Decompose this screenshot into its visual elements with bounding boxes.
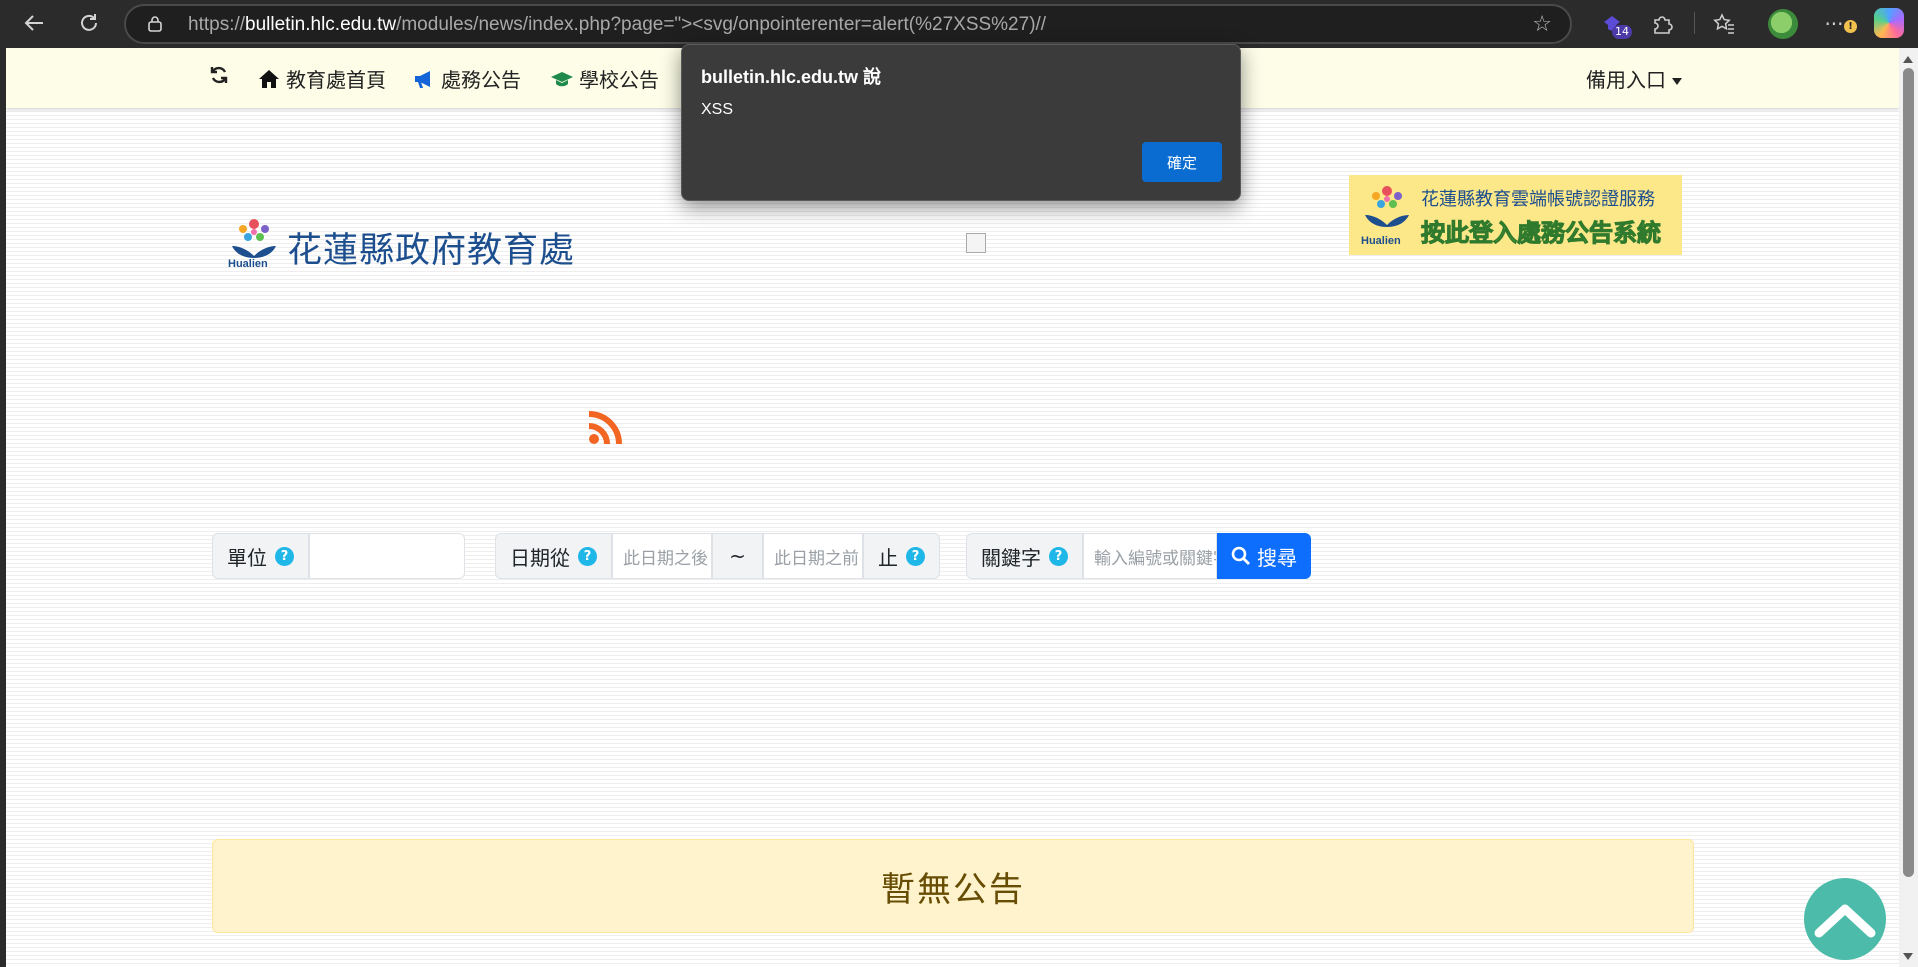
chevron-up-icon — [1814, 904, 1876, 938]
date-to-label: 止? — [863, 533, 940, 579]
extension-badge: 14 — [1612, 25, 1632, 39]
unit-label: 單位? — [212, 533, 309, 579]
help-icon[interactable]: ? — [906, 546, 925, 566]
nav-item-label: 學校公告 — [579, 68, 659, 92]
nav-item-school-notices[interactable]: 學校公告 — [551, 64, 659, 93]
search-button[interactable]: 搜尋 — [1217, 533, 1311, 579]
backup-entry-dropdown[interactable]: 備用入口 — [1586, 64, 1682, 93]
no-announcements-alert: 暫無公告 — [212, 839, 1694, 933]
search-icon — [1231, 546, 1250, 565]
backup-entry-label: 備用入口 — [1586, 68, 1666, 92]
address-bar[interactable]: https://bulletin.hlc.edu.tw/modules/news… — [124, 4, 1572, 44]
nav-item-office-notices[interactable]: 處務公告 — [413, 64, 521, 93]
banner-line-1: 花蓮縣教育雲端帳號認證服務 — [1421, 189, 1655, 210]
page-scrollbar[interactable] — [1899, 48, 1918, 967]
help-icon[interactable]: ? — [578, 546, 597, 566]
banner-logo-subtitle: Hualien — [1361, 235, 1401, 247]
scroll-up-arrow-icon[interactable] — [1903, 56, 1913, 63]
keyword-label-text: 關鍵字 — [981, 545, 1041, 570]
graduation-cap-icon — [551, 71, 573, 86]
browser-toolbar: https://bulletin.hlc.edu.tw/modules/news… — [0, 0, 1918, 46]
rss-icon[interactable] — [587, 410, 623, 446]
dialog-message: XSS — [701, 101, 734, 118]
date-to-input[interactable]: 此日期之前 — [763, 533, 863, 579]
reload-icon[interactable] — [73, 7, 105, 39]
flower-logo-icon — [232, 219, 276, 258]
back-to-top-button[interactable] — [1804, 878, 1886, 960]
copilot-icon[interactable] — [1874, 8, 1904, 38]
refresh-button[interactable] — [208, 64, 230, 86]
cloud-login-banner[interactable]: Hualien 花蓮縣教育雲端帳號認證服務 按此登入處務公告系統 — [1349, 175, 1682, 255]
refresh-icon — [210, 66, 228, 84]
logo-title: 花蓮縣政府教育處 — [287, 231, 576, 271]
back-arrow-icon[interactable] — [18, 7, 50, 39]
help-icon[interactable]: ? — [1049, 546, 1068, 566]
dialog-title: bulletin.hlc.edu.tw 說 — [701, 67, 881, 87]
date-range-group: 日期從? 此日期之後 ~ 此日期之前 止? — [495, 533, 940, 579]
flower-logo-icon — [1365, 186, 1409, 227]
favorites-icon[interactable] — [1708, 8, 1740, 40]
date-from-label: 日期從? — [495, 533, 612, 579]
lock-icon[interactable] — [148, 16, 162, 32]
banner-line-2: 按此登入處務公告系統 — [1421, 219, 1662, 248]
url-text[interactable]: https://bulletin.hlc.edu.tw/modules/news… — [188, 14, 1046, 36]
broken-image-icon — [966, 233, 986, 253]
unit-label-text: 單位 — [227, 545, 267, 570]
favorite-star-icon[interactable]: ☆ — [1532, 12, 1552, 37]
keyword-input[interactable]: 輸入編號或關鍵字 — [1083, 533, 1217, 579]
puzzle-icon[interactable] — [1646, 8, 1678, 40]
logo-subtitle: Hualien — [228, 258, 268, 270]
unit-filter-group: 單位? — [212, 533, 465, 579]
megaphone-icon — [415, 70, 430, 88]
hualien-education-logo[interactable]: Hualien 花蓮縣政府教育處 — [220, 216, 590, 276]
keyword-label: 關鍵字? — [966, 533, 1083, 579]
date-from-input[interactable]: 此日期之後 — [612, 533, 712, 579]
keyword-search-group: 關鍵字? 輸入編號或關鍵字 搜尋 — [966, 533, 1311, 579]
dialog-ok-button[interactable]: 確定 — [1142, 142, 1222, 182]
scrollbar-thumb[interactable] — [1903, 68, 1914, 877]
date-from-label-text: 日期從 — [510, 545, 570, 570]
help-icon[interactable]: ? — [275, 546, 294, 566]
alert-dialog: bulletin.hlc.edu.tw 說 XSS 確定 — [681, 44, 1241, 201]
profile-avatar[interactable] — [1768, 9, 1798, 39]
caret-down-icon — [1672, 78, 1682, 85]
unit-select[interactable] — [309, 533, 465, 579]
scroll-down-arrow-icon[interactable] — [1903, 953, 1913, 960]
warning-icon: ! — [1844, 20, 1857, 33]
home-icon — [259, 69, 279, 88]
date-to-label-text: 止 — [878, 545, 898, 570]
toolbar-divider — [1694, 12, 1695, 34]
nav-item-home[interactable]: 教育處首頁 — [258, 64, 386, 93]
search-button-label: 搜尋 — [1257, 545, 1297, 570]
tilde-text: ~ — [729, 544, 746, 568]
nav-item-label: 處務公告 — [441, 68, 521, 92]
date-range-tilde: ~ — [712, 533, 763, 579]
nav-item-label: 教育處首頁 — [286, 68, 386, 92]
no-announcements-text: 暫無公告 — [881, 869, 1025, 910]
